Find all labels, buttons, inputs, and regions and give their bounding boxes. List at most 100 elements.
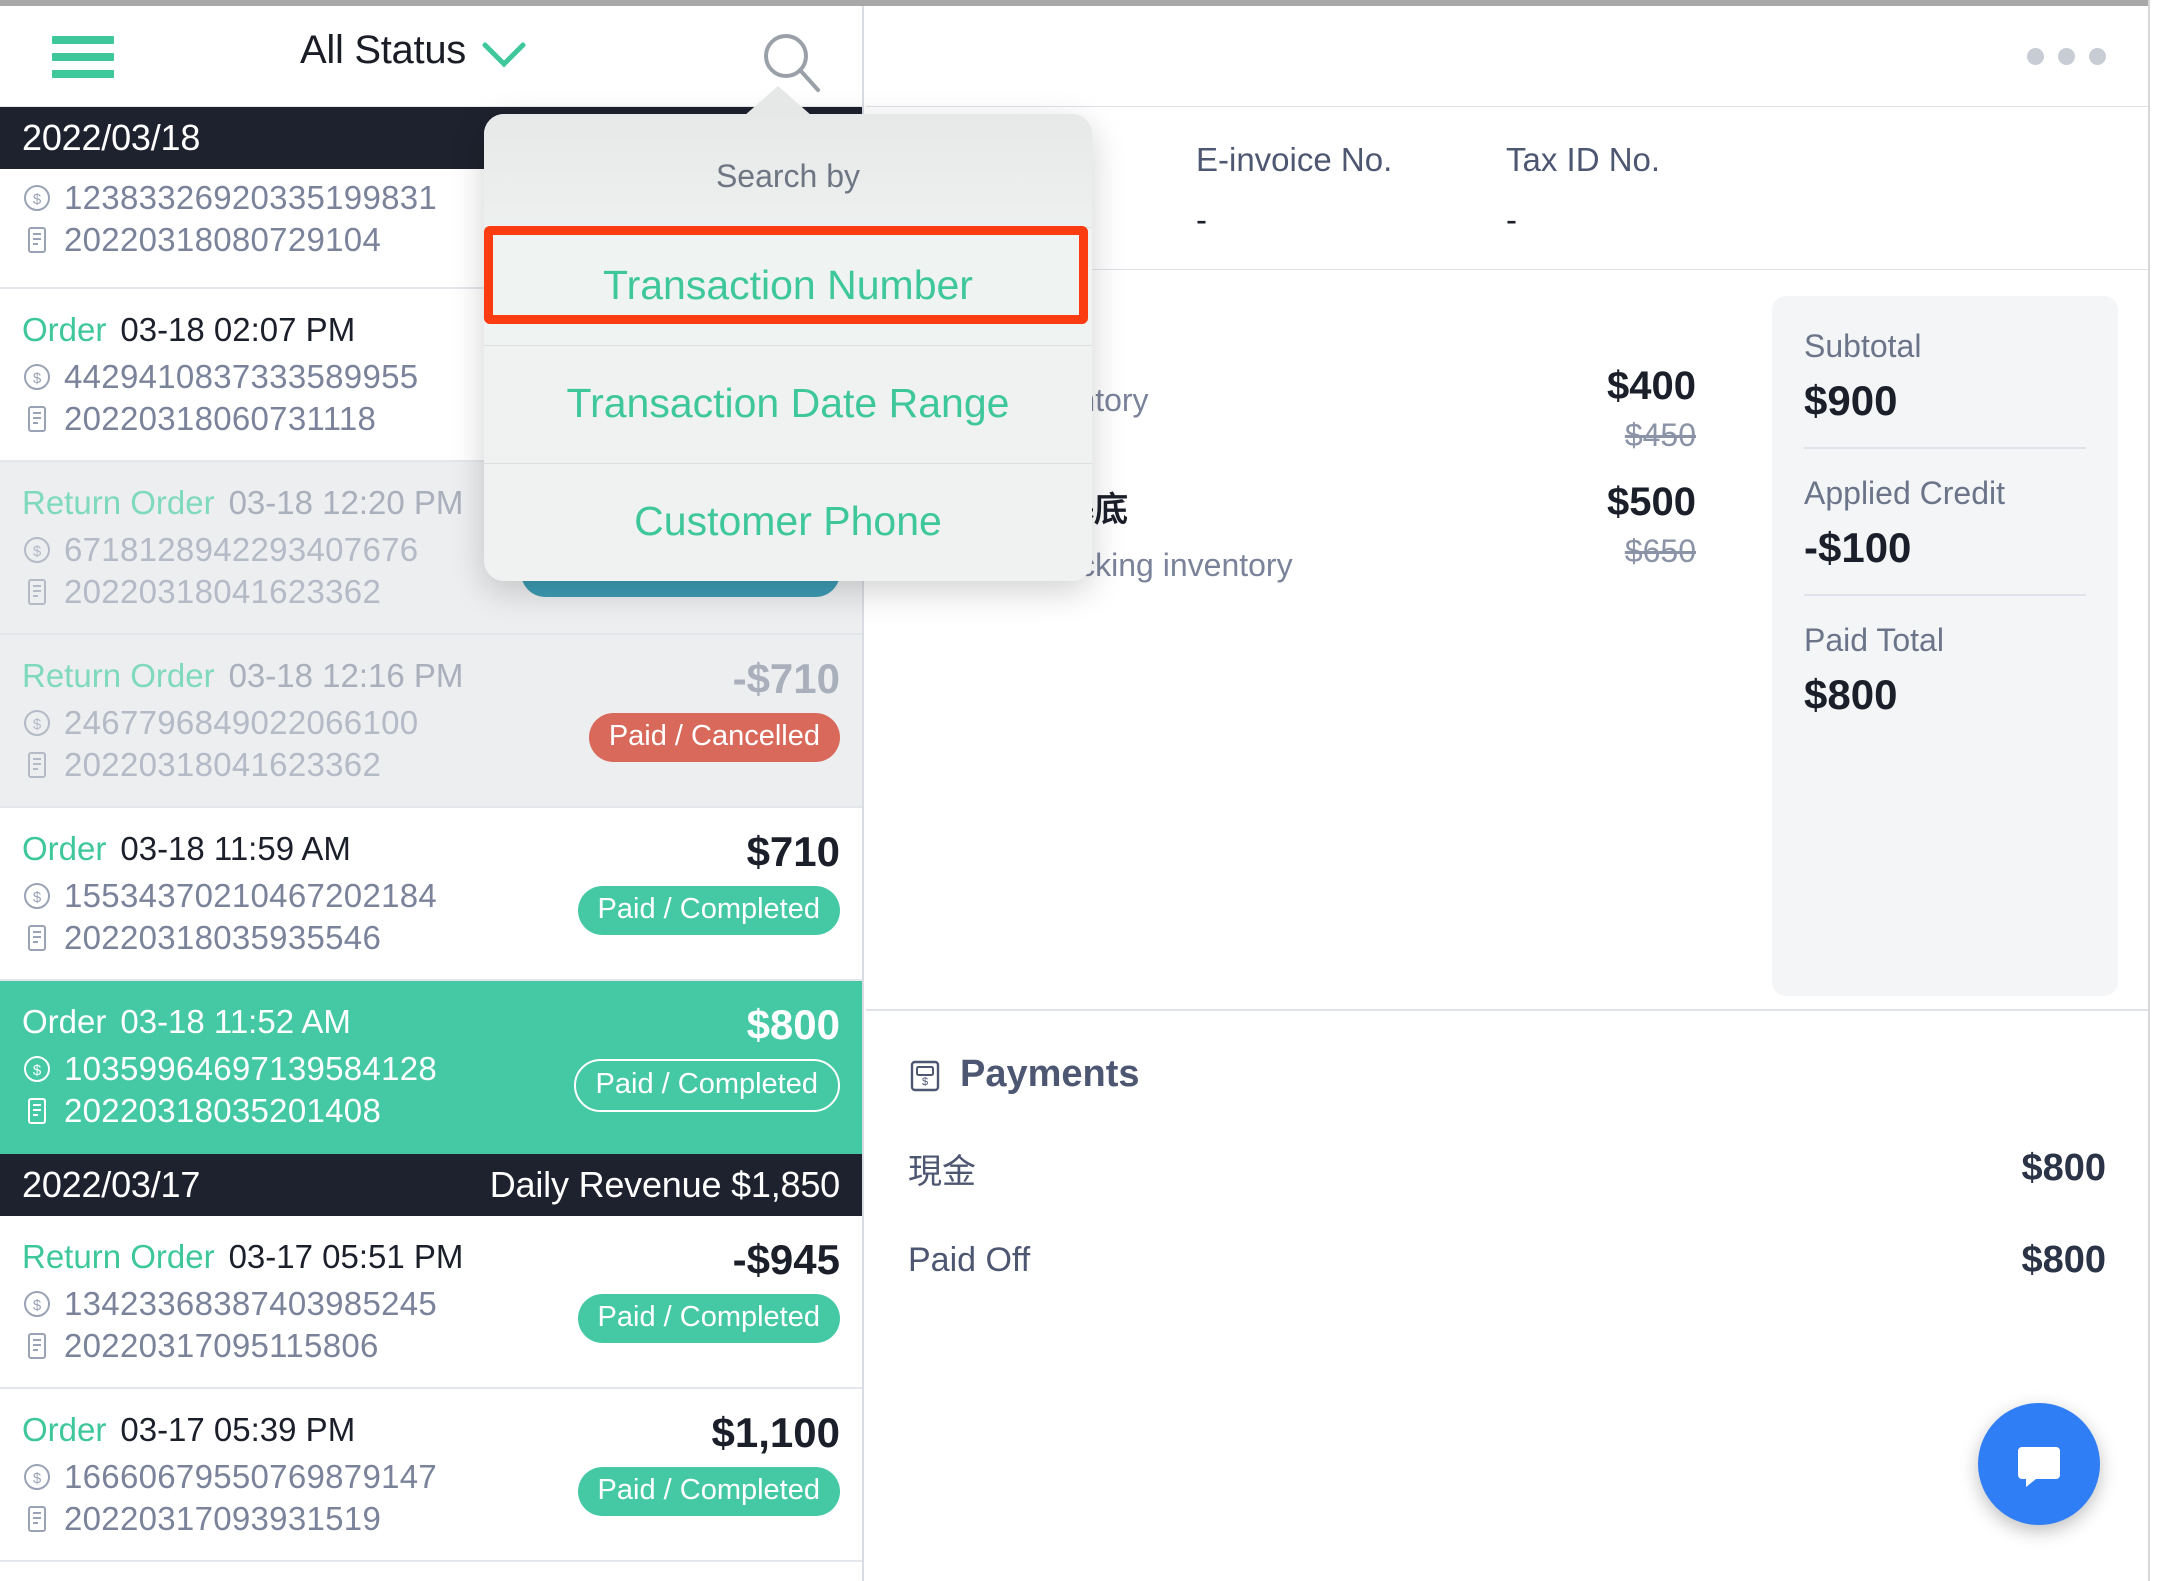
status-badge: Paid / Cancelled <box>588 713 840 762</box>
taxid-value: - <box>1506 201 1517 238</box>
transaction-amount: -$945 <box>732 1236 840 1283</box>
product-original-price: $650 <box>1624 533 1696 569</box>
einvoice-label: E-invoice No. <box>1196 141 1393 178</box>
receipt-icon <box>28 1333 46 1359</box>
receipt-icon <box>28 227 46 253</box>
transaction-number: 13423368387403985245 <box>64 1285 438 1322</box>
transaction-time: 03-17 05:51 PM <box>228 1238 464 1275</box>
group-date: 2022/03/17 <box>22 1164 201 1205</box>
money-circle-icon: $ <box>24 1291 50 1317</box>
receipt-icon <box>28 1506 46 1532</box>
einvoice-field: E-invoice No. - <box>1196 141 1506 239</box>
popover-arrow <box>744 86 812 116</box>
invoice-number: 20220318080729104 <box>64 221 382 258</box>
svg-text:$: $ <box>33 370 42 387</box>
product-price: $400 <box>1607 364 1696 408</box>
payments-section: $ Payments 現金 $800 Paid Off $800 <box>866 1009 2148 1282</box>
invoice-number: 20220317093931519 <box>64 1500 382 1537</box>
transaction-number: 6718128942293407676 <box>64 531 419 568</box>
money-circle-icon: $ <box>24 364 50 390</box>
einvoice-value: - <box>1196 201 1207 238</box>
money-circle-icon: $ <box>24 185 50 211</box>
payment-amount: $800 <box>2021 1239 2106 1281</box>
invoice-number: 20220318060731118 <box>64 400 377 437</box>
transaction-type: Order <box>22 1411 107 1448</box>
summary-value: $800 <box>1804 671 1898 718</box>
search-by-popover: Search by Transaction Number Transaction… <box>484 86 1092 581</box>
summary-paid-total: Paid Total $800 <box>1804 594 2086 741</box>
product-price: $500 <box>1607 480 1696 524</box>
transaction-type: Order <box>22 311 107 348</box>
table-row[interactable]: Order 03-17 05:39 PM $ 16660679550769879… <box>0 1389 862 1562</box>
transaction-type: Return Order <box>22 657 215 694</box>
invoice-number: 20220318035935546 <box>64 919 382 956</box>
invoice-number: 20220318041623362 <box>64 573 382 610</box>
status-filter-label: All Status <box>300 28 466 72</box>
transaction-type: Order <box>22 1003 107 1040</box>
more-horizontal-icon[interactable] <box>2027 48 2106 65</box>
search-option-transaction-date-range[interactable]: Transaction Date Range <box>484 345 1092 463</box>
summary-value: -$100 <box>1804 524 1912 571</box>
search-option-customer-phone[interactable]: Customer Phone <box>484 463 1092 581</box>
group-date: 2022/03/18 <box>22 117 201 158</box>
invoice-number: 20220318041623362 <box>64 746 382 783</box>
transaction-time: 03-18 12:16 PM <box>228 657 464 694</box>
payment-method: Paid Off <box>908 1241 1031 1279</box>
order-summary-card: Subtotal $900 Applied Credit -$100 Paid … <box>1772 296 2118 996</box>
table-row[interactable]: Return Order 03-17 05:51 PM $ 1342336838… <box>0 1216 862 1389</box>
transaction-number: 12383326920335199831 <box>64 179 438 216</box>
transaction-number: 16660679550769879147 <box>64 1458 438 1495</box>
summary-label: Applied Credit <box>1804 475 2005 511</box>
table-row[interactable]: Order 03-18 11:59 AM $ 15534370210467202… <box>0 808 862 981</box>
date-group-header: 2022/03/17 Daily Revenue $1,850 <box>0 1154 862 1216</box>
transaction-amount: $1,100 <box>711 1409 840 1456</box>
transaction-number: 4429410837333589955 <box>64 358 419 395</box>
money-circle-icon: $ <box>24 1056 50 1082</box>
table-row[interactable]: Return Order 03-18 12:16 PM $ 2467796849… <box>0 635 862 808</box>
hamburger-icon[interactable] <box>52 36 114 78</box>
receipt-icon <box>28 406 46 432</box>
money-circle-icon: $ <box>24 883 50 909</box>
payment-row: Paid Off $800 <box>908 1239 2106 1282</box>
receipt-icon <box>28 1098 46 1124</box>
search-icon[interactable] <box>760 30 824 94</box>
svg-text:$: $ <box>33 191 42 208</box>
payments-title: Payments <box>960 1053 1140 1095</box>
transaction-amount: -$710 <box>732 655 840 702</box>
transaction-type: Order <box>22 830 107 867</box>
summary-label: Subtotal <box>1804 328 1922 364</box>
money-circle-icon: $ <box>24 710 50 736</box>
status-filter-dropdown[interactable]: All Status <box>300 28 526 73</box>
summary-subtotal: Subtotal $900 <box>1804 328 2086 447</box>
search-option-transaction-number[interactable]: Transaction Number <box>484 227 1092 345</box>
status-badge: Paid / Completed <box>577 886 840 935</box>
svg-text:$: $ <box>33 716 42 733</box>
transaction-time: 03-18 11:59 AM <box>120 830 351 867</box>
money-circle-icon: $ <box>24 1464 50 1490</box>
transaction-type: Return Order <box>22 1238 215 1275</box>
svg-text:$: $ <box>33 889 42 906</box>
table-row-selected[interactable]: Order 03-18 11:52 AM $ 10359964697139584… <box>0 981 862 1154</box>
taxid-label: Tax ID No. <box>1506 141 1661 178</box>
table-row[interactable]: Order 03-17 05:38 PM <box>0 1562 862 1581</box>
transaction-number: 2467796849022066100 <box>64 704 419 741</box>
product-original-price: $450 <box>1624 417 1696 453</box>
list-toolbar: All Status <box>0 6 862 107</box>
svg-text:$: $ <box>33 543 42 560</box>
status-badge: Paid / Completed <box>577 1294 840 1343</box>
payment-method: 現金 <box>908 1153 976 1191</box>
receipt-icon <box>28 925 46 951</box>
chevron-down-icon <box>482 42 526 68</box>
svg-text:$: $ <box>922 1076 928 1088</box>
payment-row: 現金 $800 <box>908 1144 2106 1193</box>
svg-text:$: $ <box>33 1062 42 1079</box>
status-badge: Paid / Completed <box>577 1467 840 1516</box>
status-badge: Paid / Completed <box>573 1059 840 1112</box>
popover-title: Search by <box>484 114 1092 227</box>
invoice-number: 20220318035201408 <box>64 1092 382 1129</box>
transaction-time: 03-18 12:20 PM <box>228 484 464 521</box>
transaction-time: 03-17 05:39 PM <box>120 1411 356 1448</box>
chat-bubble-icon[interactable] <box>1978 1403 2100 1525</box>
transaction-number: 15534370210467202184 <box>64 877 438 914</box>
summary-applied-credit: Applied Credit -$100 <box>1804 447 2086 594</box>
